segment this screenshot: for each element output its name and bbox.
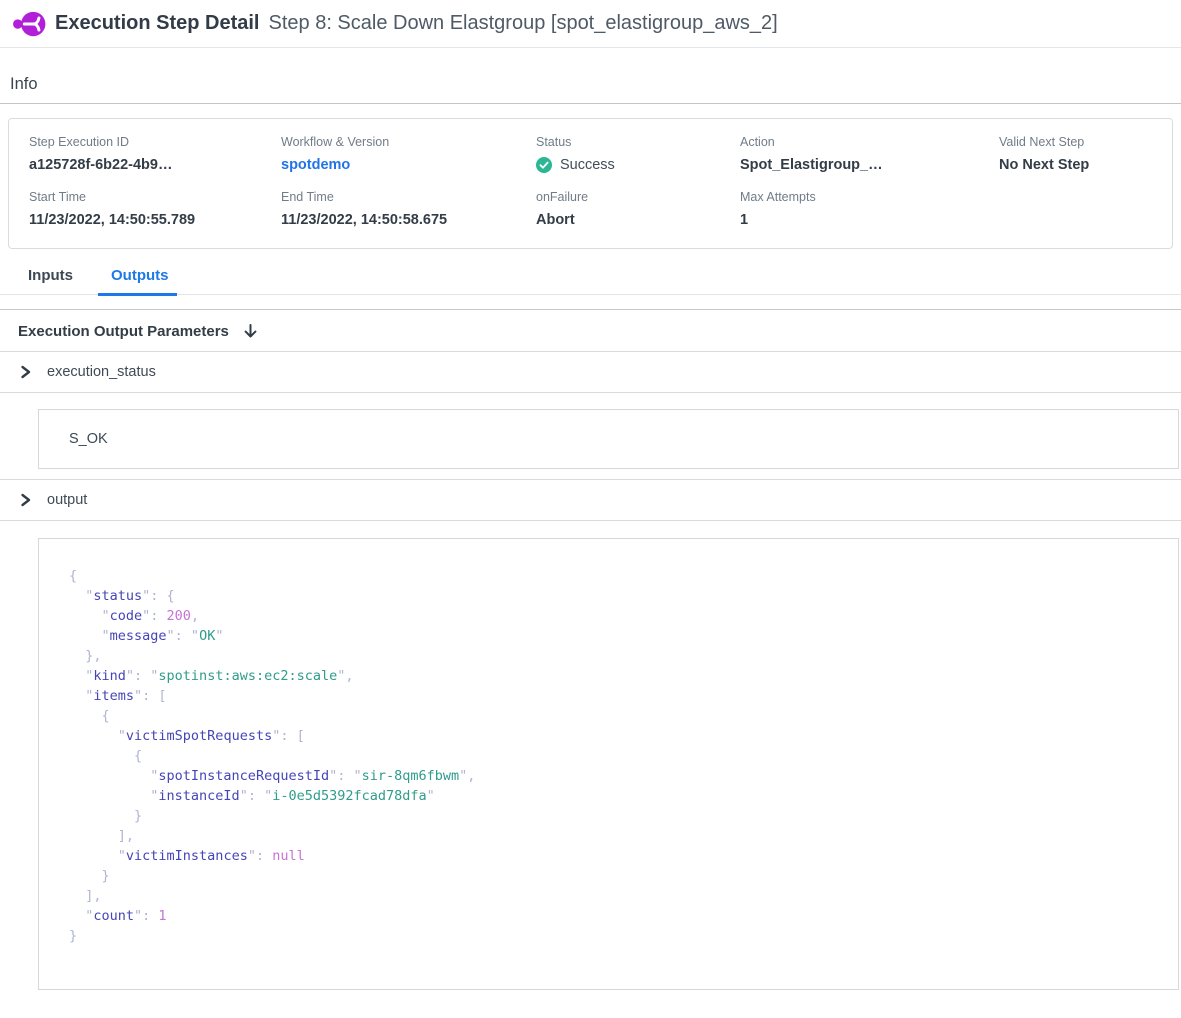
field-value: No Next Step bbox=[999, 157, 1152, 173]
code-line: "message": "OK" bbox=[69, 626, 1168, 646]
code-line: "code": 200, bbox=[69, 606, 1168, 626]
field-label: Valid Next Step bbox=[999, 135, 1152, 149]
success-check-icon bbox=[536, 157, 552, 173]
field-value: 11/23/2022, 14:50:55.789 bbox=[29, 212, 281, 228]
execution-status-value: S_OK bbox=[69, 431, 108, 447]
tab-bar: Inputs Outputs bbox=[0, 267, 1181, 295]
field-label: Step Execution ID bbox=[29, 135, 281, 149]
field-value: 11/23/2022, 14:50:58.675 bbox=[281, 212, 536, 228]
page-title: Execution Step Detail bbox=[55, 12, 260, 35]
info-field: Action Spot_Elastigroup_… bbox=[740, 135, 999, 173]
tab-inputs[interactable]: Inputs bbox=[28, 267, 73, 294]
info-field: Valid Next Step No Next Step bbox=[999, 135, 1152, 173]
section-label: execution_status bbox=[47, 364, 156, 380]
tab-outputs[interactable]: Outputs bbox=[111, 267, 169, 294]
info-card: Step Execution ID a125728f-6b22-4b9…Workf… bbox=[8, 118, 1173, 249]
code-line: "victimSpotRequests": [ bbox=[69, 726, 1168, 746]
code-line: } bbox=[69, 866, 1168, 886]
code-line: "items": [ bbox=[69, 686, 1168, 706]
outputs-panel: Execution Output Parameters execution_st… bbox=[0, 309, 1181, 990]
code-line: { bbox=[69, 566, 1168, 586]
app-logo-icon bbox=[12, 9, 46, 39]
code-line: ], bbox=[69, 886, 1168, 906]
field-label: Workflow & Version bbox=[281, 135, 536, 149]
page-subtitle: Step 8: Scale Down Elastgroup [spot_elas… bbox=[269, 12, 778, 35]
execution-status-value-box: S_OK bbox=[38, 409, 1179, 469]
field-value: Success bbox=[536, 157, 740, 173]
chevron-right-icon bbox=[19, 493, 32, 507]
field-label: Max Attempts bbox=[740, 190, 999, 204]
section-label: output bbox=[47, 492, 87, 508]
output-json-box: { "status": { "code": 200, "message": "O… bbox=[38, 538, 1179, 990]
field-value: 1 bbox=[740, 212, 999, 228]
code-line: { bbox=[69, 746, 1168, 766]
outputs-heading: Execution Output Parameters bbox=[18, 323, 229, 340]
field-label: Action bbox=[740, 135, 999, 149]
divider bbox=[0, 392, 1181, 393]
workflow-link[interactable]: spotdemo bbox=[281, 157, 536, 173]
code-line: { bbox=[69, 706, 1168, 726]
code-line: "instanceId": "i-0e5d5392fcad78dfa" bbox=[69, 786, 1168, 806]
field-label: End Time bbox=[281, 190, 536, 204]
info-field: Workflow & Version spotdemo bbox=[281, 135, 536, 173]
info-field: End Time 11/23/2022, 14:50:58.675 bbox=[281, 190, 536, 228]
download-icon[interactable] bbox=[242, 323, 259, 340]
code-line: "status": { bbox=[69, 586, 1168, 606]
chevron-right-icon bbox=[19, 365, 32, 379]
field-value: Spot_Elastigroup_… bbox=[740, 157, 999, 173]
code-line: "spotInstanceRequestId": "sir-8qm6fbwm", bbox=[69, 766, 1168, 786]
field-label: onFailure bbox=[536, 190, 740, 204]
page-header: Execution Step Detail Step 8: Scale Down… bbox=[0, 0, 1181, 48]
code-line: } bbox=[69, 926, 1168, 946]
info-field: Max Attempts 1 bbox=[740, 190, 999, 228]
info-section-title: Info bbox=[10, 75, 1181, 94]
outputs-heading-row: Execution Output Parameters bbox=[0, 310, 1181, 351]
field-label: Start Time bbox=[29, 190, 281, 204]
section-execution-status[interactable]: execution_status bbox=[0, 352, 1181, 392]
field-value: Abort bbox=[536, 212, 740, 228]
divider bbox=[0, 520, 1181, 521]
info-field bbox=[999, 190, 1152, 228]
code-line: }, bbox=[69, 646, 1168, 666]
code-line: "victimInstances": null bbox=[69, 846, 1168, 866]
info-field: Start Time 11/23/2022, 14:50:55.789 bbox=[29, 190, 281, 228]
code-line: "kind": "spotinst:aws:ec2:scale", bbox=[69, 666, 1168, 686]
code-line: "count": 1 bbox=[69, 906, 1168, 926]
info-field: Step Execution ID a125728f-6b22-4b9… bbox=[29, 135, 281, 173]
info-divider bbox=[0, 103, 1181, 104]
field-value: a125728f-6b22-4b9… bbox=[29, 157, 281, 173]
status-text: Success bbox=[560, 157, 615, 173]
info-field: onFailure Abort bbox=[536, 190, 740, 228]
field-label: Status bbox=[536, 135, 740, 149]
info-field: Status Success bbox=[536, 135, 740, 173]
code-line: } bbox=[69, 806, 1168, 826]
code-line: ], bbox=[69, 826, 1168, 846]
section-output[interactable]: output bbox=[0, 480, 1181, 520]
